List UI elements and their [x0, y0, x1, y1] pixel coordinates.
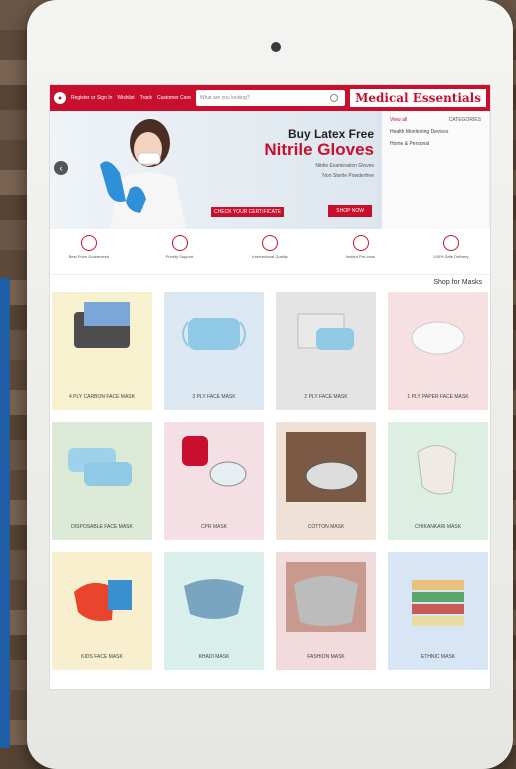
- product-card-cotton[interactable]: COTTON MASK: [276, 422, 376, 540]
- customer-care-link[interactable]: Customer Care: [157, 95, 191, 101]
- disposable-mask-image: [68, 448, 132, 486]
- cpr-mask-image: [182, 436, 247, 487]
- search-icon[interactable]: [330, 94, 339, 102]
- tablet-frame: ● Register or Sign In Wishlist Track Cus…: [27, 0, 513, 769]
- feature-label: International Quality: [252, 254, 288, 259]
- product-name: DISPOSABLE FACE MASK: [71, 524, 133, 530]
- doctor-image: [100, 119, 186, 229]
- category-item-health[interactable]: Health Monitoring Devices: [390, 129, 481, 135]
- category-item-home[interactable]: Home & Personal: [390, 141, 481, 147]
- product-card-2ply[interactable]: 2 PLY FACE MASK: [276, 292, 376, 410]
- banner-subtitle-line2: Non Sterile Powderfree: [322, 172, 374, 179]
- blue-side-panel: [0, 278, 10, 748]
- section-title: Shop for Masks: [433, 279, 482, 286]
- shop-now-button[interactable]: SHOP NOW: [328, 205, 372, 217]
- product-card-kids[interactable]: KIDS FACE MASK: [52, 552, 152, 670]
- fashion-mask-image: [286, 562, 366, 632]
- certificate-badge: CHECK YOUR CERTIFICATE: [211, 207, 284, 217]
- track-link[interactable]: Track: [140, 95, 152, 101]
- feature-support: Priority Support: [155, 235, 205, 268]
- camera-icon: [271, 42, 281, 52]
- kids-mask-image: [74, 580, 132, 621]
- feature-quality: International Quality: [245, 235, 295, 268]
- product-name: COTTON MASK: [307, 524, 345, 530]
- banner-subtitle-line1: Nitrile Examination Gloves: [315, 162, 374, 169]
- product-card-disposable[interactable]: DISPOSABLE FACE MASK: [52, 422, 152, 540]
- 3ply-mask-image: [182, 318, 246, 350]
- carbon-mask-image: [74, 302, 130, 348]
- feature-price: Best Price Guaranteed: [64, 235, 114, 268]
- product-name: KIDS FACE MASK: [81, 654, 123, 660]
- promo-banner[interactable]: ‹ Buy Latex Free Nitrile Gloves Nitrile …: [50, 111, 382, 229]
- product-card-1ply[interactable]: 1 PLY PAPER FACE MASK: [388, 292, 488, 410]
- product-name: 3 PLY FACE MASK: [192, 394, 236, 400]
- truck-icon: [443, 235, 459, 251]
- site-header: ● Register or Sign In Wishlist Track Cus…: [50, 85, 490, 111]
- price-tag-icon: [81, 235, 97, 251]
- register-link[interactable]: Register or Sign In: [71, 95, 112, 101]
- chikankari-mask-image: [417, 445, 457, 495]
- product-card-fashion[interactable]: FASHION MASK: [276, 552, 376, 670]
- product-card-cpr[interactable]: CPR MASK: [164, 422, 264, 540]
- clock-icon: [352, 235, 369, 251]
- product-grid: 4 PLY CARBON FACE MASK 3 PLY FACE MASK 2…: [50, 292, 490, 670]
- feature-label: Instant Pre-book: [345, 254, 376, 259]
- website-screen: ● Register or Sign In Wishlist Track Cus…: [49, 84, 491, 690]
- site-logo[interactable]: Medical Essentials: [350, 89, 486, 107]
- product-card-3ply[interactable]: 3 PLY FACE MASK: [164, 292, 264, 410]
- categories-sidebar: View all CATEGORIES Health Monitoring De…: [382, 111, 490, 229]
- product-name: 1 PLY PAPER FACE MASK: [407, 394, 469, 400]
- 2ply-mask-image: [297, 313, 354, 350]
- feature-strip: Best Price Guaranteed Priority Support I…: [50, 229, 490, 275]
- cart-icon[interactable]: ●: [54, 92, 66, 104]
- banner-title-line1: Buy Latex Free: [287, 127, 374, 141]
- product-name: 4 PLY CARBON FACE MASK: [69, 394, 135, 400]
- khadi-mask-image: [184, 579, 244, 619]
- wishlist-link[interactable]: Wishlist: [117, 95, 134, 101]
- feature-label: Best Price Guaranteed: [68, 254, 110, 259]
- product-name: 2 PLY FACE MASK: [304, 394, 348, 400]
- feature-label: Priority Support: [165, 254, 194, 259]
- feature-delivery: 100% Safe Delivery: [426, 235, 476, 268]
- search-placeholder: What are you looking?: [199, 95, 250, 101]
- feature-prebook: Instant Pre-book: [336, 235, 386, 268]
- hero-section: ‹ Buy Latex Free Nitrile Gloves Nitrile …: [50, 111, 490, 229]
- product-card-chikankari[interactable]: CHIKANKARI MASK: [388, 422, 488, 540]
- product-name: ETHNIC MASK: [420, 654, 456, 660]
- product-card-khadi[interactable]: KHADI MASK: [164, 552, 264, 670]
- ethnic-mask-image: [412, 580, 464, 626]
- paper-mask-image: [411, 321, 465, 355]
- carousel-next-icon[interactable]: ‹: [54, 161, 68, 175]
- view-all-link[interactable]: View all: [390, 117, 407, 123]
- categories-heading: CATEGORIES: [448, 117, 481, 123]
- support-icon: [171, 235, 188, 251]
- product-name: FASHION MASK: [307, 654, 345, 660]
- search-input[interactable]: What are you looking?: [195, 90, 346, 106]
- map-icon: [262, 235, 278, 251]
- categories-heading-row: View all CATEGORIES: [390, 117, 481, 123]
- product-name: CHIKANKARI MASK: [414, 524, 462, 530]
- cotton-mask-image: [286, 432, 366, 502]
- banner-text: Buy Latex Free Nitrile Gloves Nitrile Ex…: [264, 127, 374, 180]
- product-name: KHADI MASK: [198, 654, 230, 660]
- product-card-ethnic[interactable]: ETHNIC MASK: [388, 552, 488, 670]
- product-name: CPR MASK: [200, 524, 228, 530]
- feature-label: 100% Safe Delivery: [433, 254, 469, 259]
- product-card-4ply-carbon[interactable]: 4 PLY CARBON FACE MASK: [52, 292, 152, 410]
- banner-title-line2: Nitrile Gloves: [264, 140, 374, 159]
